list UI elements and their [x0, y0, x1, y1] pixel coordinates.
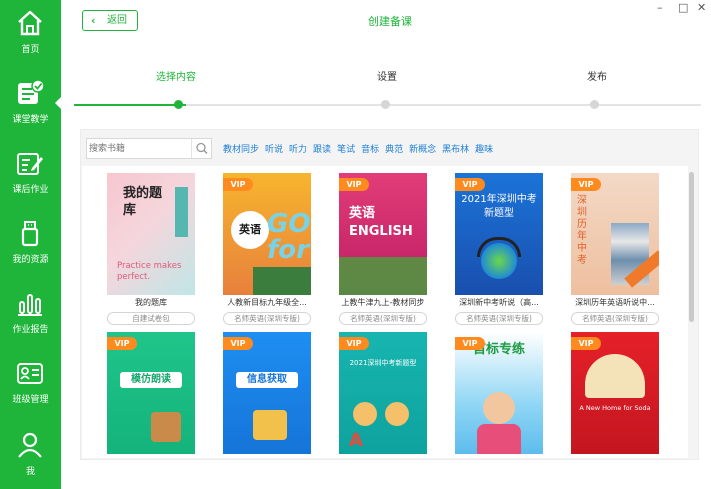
book-tag: 名师英语(深圳专版)	[571, 312, 659, 325]
sidebar-item-class-management[interactable]: 班级管理	[0, 352, 61, 418]
active-indicator	[55, 97, 61, 109]
step-publish: 发布	[587, 72, 607, 83]
cover-subtitle: Practice makes perfect.	[117, 261, 182, 282]
app-window: 首页 课堂教学 课后作业 我的资源 作业报告 班级管理 我 ‹ 返回 创建备课 …	[0, 0, 711, 489]
filter-textbook-sync[interactable]: 教材同步	[223, 145, 259, 155]
cover-title: A New Home for Soda	[579, 404, 651, 412]
sidebar: 首页 课堂教学 课后作业 我的资源 作业报告 班级管理 我	[0, 0, 61, 489]
filter-dianfan[interactable]: 典范	[385, 145, 403, 155]
vip-badge: VIP	[455, 337, 485, 350]
book-title: 上教牛津九上-教材同步	[341, 298, 425, 307]
cover-title: 英语 ENGLISH	[349, 206, 413, 239]
book-tag: 名师英语(深圳专版)	[455, 312, 543, 325]
vip-badge: VIP	[339, 178, 369, 191]
search-icon	[196, 142, 208, 155]
book-cover: 英语 GO for	[223, 173, 311, 295]
sidebar-item-homework[interactable]: 课后作业	[0, 142, 61, 208]
filter-written[interactable]: 笔试	[337, 145, 355, 155]
book-cover: A New Home for Soda	[571, 332, 659, 454]
bar-chart-icon	[18, 294, 42, 316]
id-card-icon	[17, 363, 43, 384]
search-box	[86, 138, 212, 159]
step-dot-1	[174, 100, 183, 109]
book-cover: 模仿朗读	[107, 332, 195, 454]
vip-badge: VIP	[223, 178, 253, 191]
step-dot-3	[590, 100, 599, 109]
step-select-content: 选择内容	[156, 72, 196, 83]
cover-title: 我的题库	[123, 186, 163, 218]
filter-black-cat[interactable]: 黑布林	[442, 145, 469, 155]
book-cover: 首标专练	[455, 332, 543, 454]
cover-title: 信息获取	[236, 372, 298, 388]
filter-bar: 教材同步 听说 听力 跟读 笔试 音标 典范 新概念 黑布林 趣味	[223, 142, 499, 156]
vip-badge: VIP	[571, 337, 601, 350]
back-label: 返回	[107, 15, 127, 26]
sidebar-item-my-resources[interactable]: 我的资源	[0, 212, 61, 278]
filter-phonetics[interactable]: 音标	[361, 145, 379, 155]
cover-title: 2021深圳中考新题型	[349, 359, 417, 367]
sidebar-item-label: 作业报告	[12, 325, 49, 335]
filter-follow-reading[interactable]: 跟读	[313, 145, 331, 155]
vip-badge: VIP	[107, 337, 137, 350]
vip-badge: VIP	[571, 178, 601, 191]
chevron-left-icon: ‹	[91, 14, 96, 27]
cover-title: 英语	[231, 211, 269, 249]
minimize-icon[interactable]: –	[657, 1, 663, 14]
page-title: 创建备课	[368, 15, 412, 28]
sidebar-item-me[interactable]: 我	[0, 424, 61, 489]
book-title: 深圳新中考听说（高...	[459, 298, 539, 307]
book-grid: 我的题库 Practice makes perfect. 我的题库 自建试卷包 …	[82, 166, 688, 458]
cover-title: 深圳历年中考	[577, 195, 587, 266]
home-icon	[18, 10, 42, 36]
progress-fill	[74, 104, 186, 106]
sidebar-item-classroom-teaching[interactable]: 课堂教学	[0, 72, 61, 138]
vip-badge: VIP	[223, 337, 253, 350]
close-icon[interactable]: ✕	[697, 1, 706, 14]
maximize-icon[interactable]: □	[678, 1, 688, 14]
book-cover: 信息获取	[223, 332, 311, 454]
vip-badge: VIP	[455, 178, 485, 191]
sidebar-item-label: 我	[25, 467, 35, 477]
sidebar-item-label: 课堂教学	[12, 115, 49, 125]
back-button[interactable]: ‹ 返回	[82, 10, 138, 31]
book-cover: 2021年深圳中考新题型	[455, 173, 543, 295]
book-title: 人教新目标九年级全...	[227, 298, 307, 307]
sidebar-item-label: 我的资源	[12, 255, 49, 265]
homework-icon	[17, 153, 43, 175]
sidebar-item-homework-report[interactable]: 作业报告	[0, 282, 61, 348]
sidebar-item-label: 课后作业	[12, 185, 49, 195]
book-title: 深圳历年英语听说中...	[575, 298, 655, 307]
cover-title: 2021年深圳中考新题型	[461, 194, 537, 219]
book-title: 我的题库	[135, 298, 167, 307]
book-cover: 英语 ENGLISH	[339, 173, 427, 295]
filter-new-concept[interactable]: 新概念	[409, 145, 436, 155]
sidebar-item-home[interactable]: 首页	[0, 2, 61, 68]
classroom-teaching-icon	[18, 79, 45, 104]
step-settings: 设置	[377, 72, 397, 83]
step-dot-2	[381, 100, 390, 109]
filter-fun[interactable]: 趣味	[475, 145, 493, 155]
book-tag: 名师英语(深圳专版)	[223, 312, 311, 325]
book-cover: 深圳历年中考	[571, 173, 659, 295]
search-input[interactable]	[89, 141, 189, 156]
book-cover: 我的题库 Practice makes perfect.	[107, 173, 195, 295]
book-cover: 2021深圳中考新题型 A	[339, 332, 427, 454]
sidebar-item-label: 班级管理	[12, 395, 49, 405]
search-button[interactable]	[191, 139, 211, 158]
book-tag: 自建试卷包	[107, 312, 195, 325]
book-tag: 名师英语(深圳专版)	[339, 312, 427, 325]
cover-title: 模仿朗读	[120, 372, 182, 388]
filter-listening[interactable]: 听力	[289, 145, 307, 155]
scrollbar[interactable]	[689, 172, 694, 322]
vip-badge: VIP	[339, 337, 369, 350]
user-icon	[18, 432, 42, 458]
filter-listening-speaking[interactable]: 听说	[265, 145, 283, 155]
usb-storage-icon	[21, 221, 39, 247]
sidebar-item-label: 首页	[21, 45, 40, 55]
